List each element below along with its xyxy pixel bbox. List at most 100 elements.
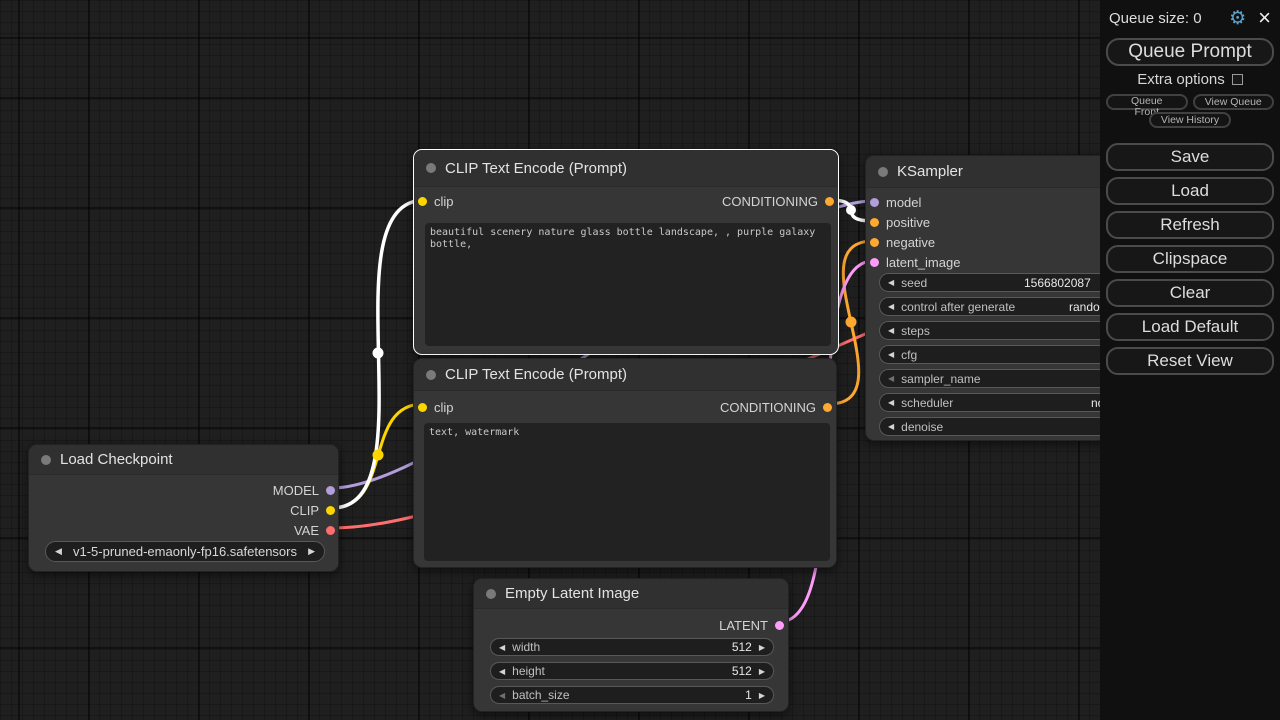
save-button[interactable]: Save <box>1106 143 1274 171</box>
load-default-button[interactable]: Load Default <box>1106 313 1274 341</box>
input-slot-label: model <box>886 195 921 210</box>
input-slot-positive[interactable]: positive <box>870 215 930 230</box>
batch-size-widget[interactable]: ◀ batch_size 1 ▶ <box>490 686 774 704</box>
clip-slot-dot[interactable] <box>326 506 335 515</box>
decrement-arrow-icon[interactable]: ◀ <box>888 326 894 335</box>
clear-button[interactable]: Clear <box>1106 279 1274 307</box>
output-slot-label: LATENT <box>719 618 768 633</box>
widget-label: denoise <box>901 420 943 434</box>
queue-prompt-button[interactable]: Queue Prompt <box>1106 38 1274 66</box>
clip-slot-dot[interactable] <box>418 403 427 412</box>
widget-label: scheduler <box>901 396 953 410</box>
clipspace-button[interactable]: Clipspace <box>1106 245 1274 273</box>
output-slot-label: CLIP <box>290 503 319 518</box>
output-slot-label: MODEL <box>273 483 319 498</box>
node-title: CLIP Text Encode (Prompt) <box>445 160 627 177</box>
model-slot-dot[interactable] <box>326 486 335 495</box>
input-slot-label: clip <box>434 400 454 415</box>
node-load-checkpoint[interactable]: Load Checkpoint MODEL CLIP VAE ◀ v1-5-pr… <box>28 444 339 572</box>
widget-value: 1 <box>745 688 752 702</box>
node-title-bar[interactable]: Empty Latent Image <box>474 579 788 609</box>
reset-view-button[interactable]: Reset View <box>1106 347 1274 375</box>
node-empty-latent-image[interactable]: Empty Latent Image LATENT ◀ width 512 ▶ … <box>473 578 789 712</box>
output-slot-latent[interactable]: LATENT <box>719 618 784 633</box>
close-sidebar-icon[interactable]: × <box>1258 10 1271 26</box>
height-widget[interactable]: ◀ height 512 ▶ <box>490 662 774 680</box>
input-slot-clip[interactable]: clip <box>418 194 454 209</box>
model-slot-dot[interactable] <box>870 198 879 207</box>
widget-label: width <box>512 640 540 654</box>
decrement-arrow-icon[interactable]: ◀ <box>499 691 505 700</box>
extra-options-label: Extra options <box>1137 71 1225 88</box>
link-dot-conditioning-negative <box>846 317 857 328</box>
load-button[interactable]: Load <box>1106 177 1274 205</box>
ckpt-name-value: v1-5-pruned-emaonly-fp16.safetensors <box>62 544 308 559</box>
output-slot-clip[interactable]: CLIP <box>286 500 338 520</box>
widget-label: seed <box>901 276 927 290</box>
input-slot-label: positive <box>886 215 930 230</box>
conditioning-slot-dot[interactable] <box>870 238 879 247</box>
output-slot-conditioning[interactable]: CONDITIONING <box>722 194 834 209</box>
conditioning-slot-dot[interactable] <box>823 403 832 412</box>
queue-front-button[interactable]: Queue Front <box>1106 94 1188 110</box>
refresh-button[interactable]: Refresh <box>1106 211 1274 239</box>
latent-slot-dot[interactable] <box>870 258 879 267</box>
queue-size-label: Queue size: 0 <box>1109 10 1229 27</box>
latent-slot-dot[interactable] <box>775 621 784 630</box>
decrement-arrow-icon[interactable]: ◀ <box>888 278 894 287</box>
combo-left-arrow-icon[interactable]: ◀ <box>55 547 62 557</box>
node-title-bar[interactable]: CLIP Text Encode (Prompt) <box>414 359 836 391</box>
input-slot-negative[interactable]: negative <box>870 235 935 250</box>
extra-options-checkbox[interactable] <box>1232 74 1243 85</box>
increment-arrow-icon[interactable]: ▶ <box>759 691 765 700</box>
output-slot-label: CONDITIONING <box>720 400 816 415</box>
decrement-arrow-icon[interactable]: ◀ <box>499 667 505 676</box>
output-slot-conditioning[interactable]: CONDITIONING <box>720 400 832 415</box>
link-dot-clip-positive <box>373 348 384 359</box>
output-slot-vae[interactable]: VAE <box>290 520 338 540</box>
view-queue-button[interactable]: View Queue <box>1193 94 1275 110</box>
input-slot-clip[interactable]: clip <box>418 400 454 415</box>
positive-prompt-textarea[interactable]: beautiful scenery nature glass bottle la… <box>425 223 831 346</box>
link-dot-clip-negative <box>373 450 384 461</box>
decrement-arrow-icon[interactable]: ◀ <box>888 350 894 359</box>
vae-slot-dot[interactable] <box>326 526 335 535</box>
output-slot-model[interactable]: MODEL <box>269 480 338 500</box>
node-graph-canvas[interactable]: CLIP Text Encode (Prompt) clip CONDITION… <box>0 0 1280 720</box>
output-slot-label: VAE <box>294 523 319 538</box>
link-dot-conditioning-positive <box>846 205 856 215</box>
collapse-dot-icon[interactable] <box>878 167 888 177</box>
collapse-dot-icon[interactable] <box>426 163 436 173</box>
node-clip-text-encode-positive[interactable]: CLIP Text Encode (Prompt) clip CONDITION… <box>413 149 839 355</box>
settings-gear-icon[interactable]: ⚙ <box>1229 7 1246 29</box>
decrement-arrow-icon[interactable]: ◀ <box>888 422 894 431</box>
increment-arrow-icon[interactable]: ▶ <box>759 643 765 652</box>
widget-label: steps <box>901 324 930 338</box>
combo-right-arrow-icon[interactable]: ▶ <box>308 547 315 557</box>
decrement-arrow-icon[interactable]: ◀ <box>888 398 894 407</box>
node-title: Empty Latent Image <box>505 585 639 602</box>
input-slot-model[interactable]: model <box>870 195 921 210</box>
clip-slot-dot[interactable] <box>418 197 427 206</box>
input-slot-latent-image[interactable]: latent_image <box>870 255 960 270</box>
width-widget[interactable]: ◀ width 512 ▶ <box>490 638 774 656</box>
widget-value: 1566802087 <box>1024 276 1091 290</box>
node-title-bar[interactable]: CLIP Text Encode (Prompt) <box>414 150 838 187</box>
negative-prompt-textarea[interactable]: text, watermark <box>424 423 830 561</box>
view-history-button[interactable]: View History <box>1149 112 1231 128</box>
collapse-dot-icon[interactable] <box>41 455 51 465</box>
widget-label: sampler_name <box>901 372 980 386</box>
widget-label: height <box>512 664 545 678</box>
ckpt-name-combo[interactable]: ◀ v1-5-pruned-emaonly-fp16.safetensors ▶ <box>45 541 325 562</box>
decrement-arrow-icon[interactable]: ◀ <box>888 374 894 383</box>
node-clip-text-encode-negative[interactable]: CLIP Text Encode (Prompt) clip CONDITION… <box>413 358 837 568</box>
collapse-dot-icon[interactable] <box>426 370 436 380</box>
conditioning-slot-dot[interactable] <box>825 197 834 206</box>
decrement-arrow-icon[interactable]: ◀ <box>888 302 894 311</box>
decrement-arrow-icon[interactable]: ◀ <box>499 643 505 652</box>
collapse-dot-icon[interactable] <box>486 589 496 599</box>
input-slot-label: negative <box>886 235 935 250</box>
conditioning-slot-dot[interactable] <box>870 218 879 227</box>
increment-arrow-icon[interactable]: ▶ <box>759 667 765 676</box>
node-title-bar[interactable]: Load Checkpoint <box>29 445 338 475</box>
